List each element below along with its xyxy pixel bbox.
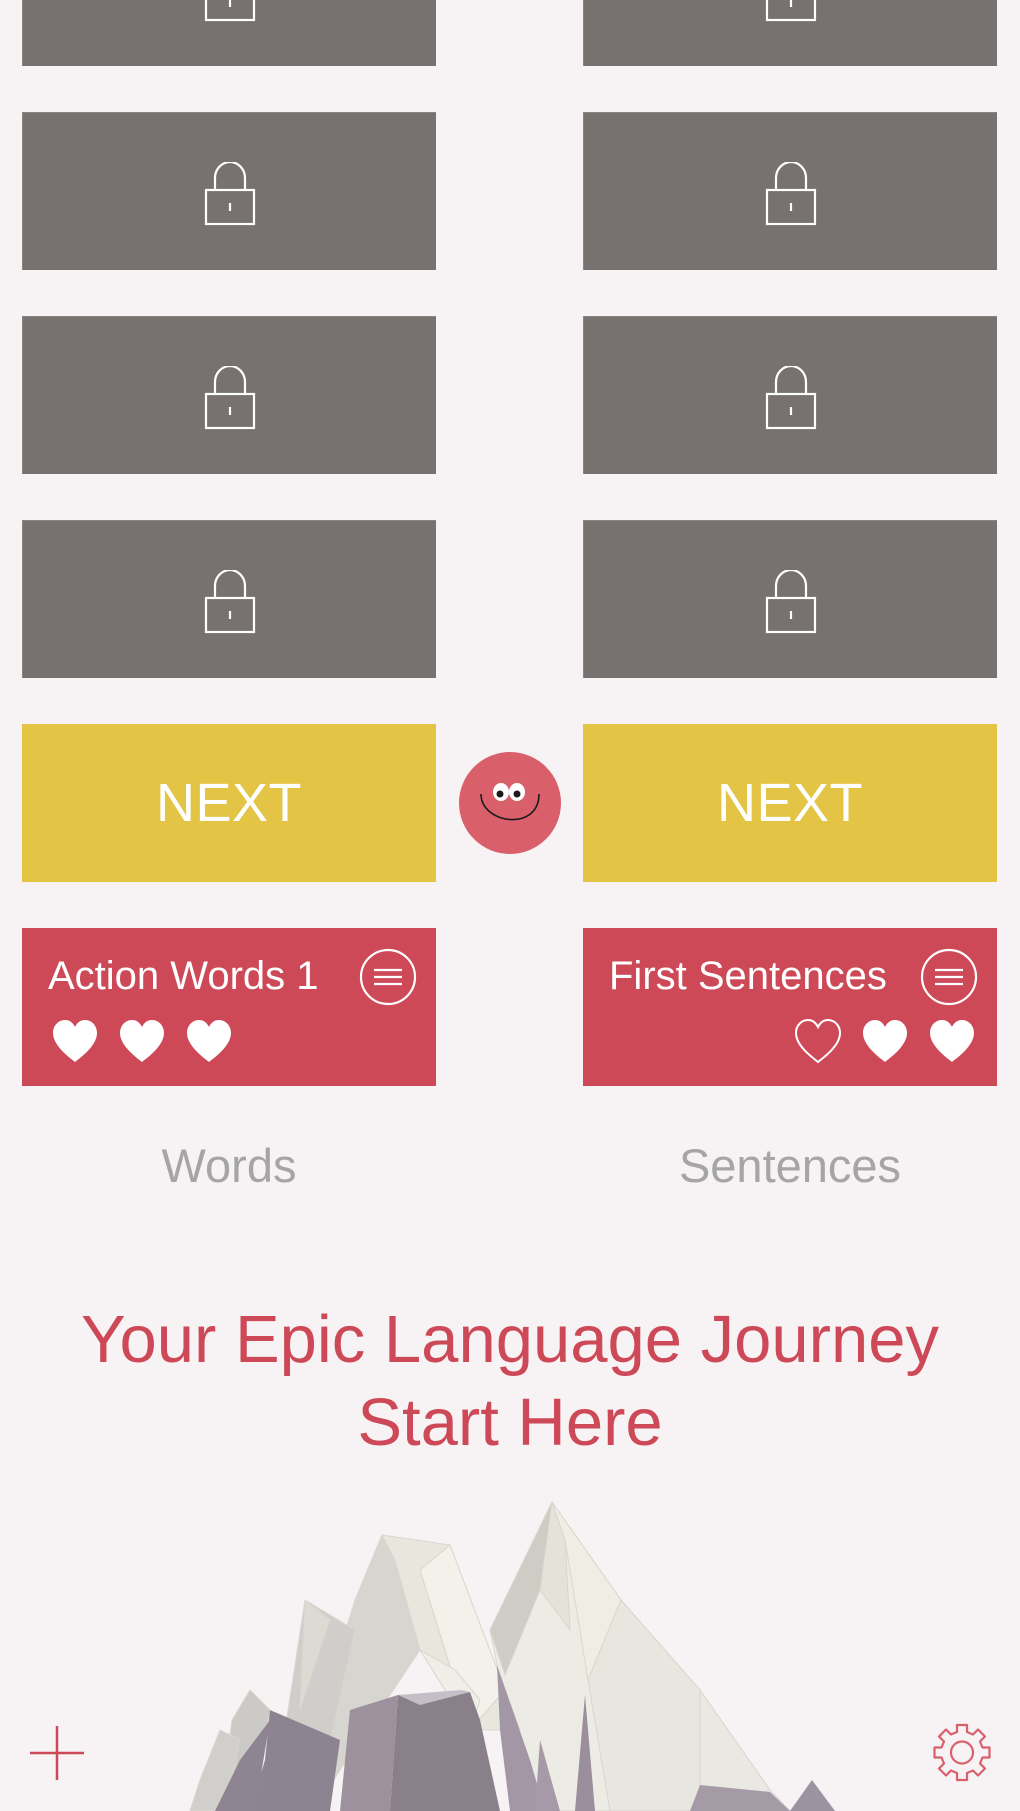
lock-icon [765, 0, 816, 21]
menu-icon[interactable] [920, 948, 978, 1006]
journey-headline: Your Epic Language Journey Start Here [0, 1298, 1020, 1464]
words-next-button[interactable]: NEXT [22, 724, 436, 882]
heart-filled-icon [187, 1020, 231, 1062]
headline-line-1: Your Epic Language Journey [80, 1302, 939, 1377]
lock-icon [765, 161, 816, 225]
lock-icon [204, 569, 255, 633]
locked-lesson-tile[interactable] [583, 112, 997, 270]
locked-lesson-tile[interactable] [583, 0, 997, 66]
locked-lesson-tile[interactable] [22, 520, 436, 678]
column-label-sentences: Sentences [678, 1139, 902, 1192]
heart-filled-icon [863, 1020, 907, 1062]
lesson-hearts [50, 1017, 234, 1065]
next-label: NEXT [716, 773, 864, 833]
locked-lesson-tile[interactable] [583, 316, 997, 474]
locked-lesson-tile[interactable] [22, 316, 436, 474]
column-label-words: Words [161, 1139, 297, 1192]
mountain-illustration [189, 1501, 835, 1811]
heart-filled-icon [53, 1020, 97, 1062]
heart-empty-icon [795, 1019, 841, 1063]
gear-icon[interactable] [926, 1717, 998, 1789]
locked-lesson-tile[interactable] [22, 0, 436, 66]
headline-line-2: Start Here [357, 1385, 663, 1460]
locked-lesson-tile[interactable] [22, 112, 436, 270]
lock-icon [204, 161, 255, 225]
lesson-title: Action Words 1 [48, 954, 319, 998]
lock-icon [204, 0, 255, 21]
sentences-next-button[interactable]: NEXT [583, 724, 997, 882]
heart-filled-icon [930, 1020, 974, 1062]
lock-icon [204, 365, 255, 429]
current-lesson-card-words[interactable]: Action Words 1 [22, 928, 436, 1086]
lesson-hearts [793, 1017, 977, 1065]
lesson-title: First Sentences [609, 954, 887, 998]
next-label: NEXT [155, 773, 303, 833]
lock-icon [765, 365, 816, 429]
locked-lesson-tile[interactable] [583, 520, 997, 678]
plus-icon[interactable] [26, 1722, 88, 1784]
heart-filled-icon [120, 1020, 164, 1062]
lock-icon [765, 569, 816, 633]
menu-icon[interactable] [359, 948, 417, 1006]
current-lesson-card-sentences[interactable]: First Sentences [583, 928, 997, 1086]
smiley-face-icon[interactable] [459, 752, 561, 854]
